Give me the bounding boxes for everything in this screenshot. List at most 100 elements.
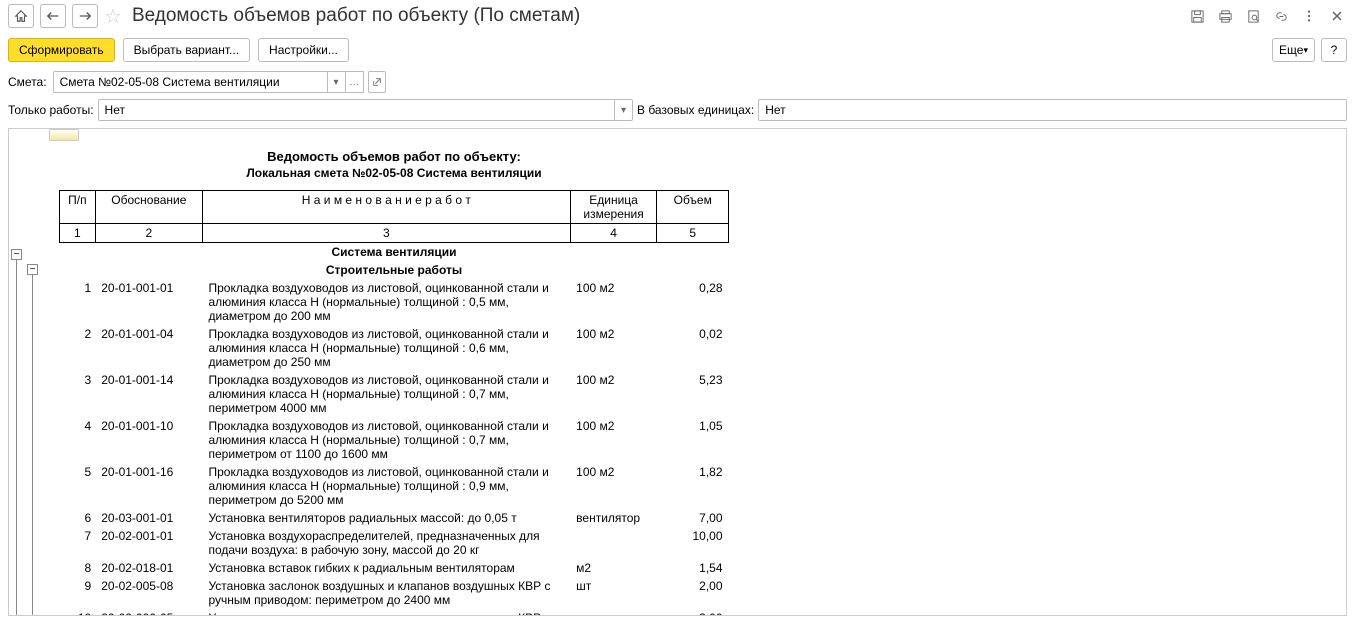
col-pp: П/п — [60, 191, 96, 224]
row-num: 6 — [60, 509, 96, 527]
row-name: Установка вентиляторов радиальных массой… — [202, 509, 570, 527]
table-row: 720-02-001-01Установка воздухораспредели… — [60, 527, 729, 559]
estimate-input[interactable] — [53, 71, 328, 93]
col-vol: Объем — [657, 191, 729, 224]
row-name: Прокладка воздуховодов из листовой, оцин… — [202, 371, 570, 417]
report-panel: − − Ведомость объемов работ по объекту: … — [8, 128, 1347, 616]
estimate-open-icon[interactable] — [368, 71, 386, 93]
row-vol: 0,02 — [657, 325, 729, 371]
outline-collapse-1[interactable]: − — [11, 249, 22, 260]
row-code: 20-01-001-04 — [95, 325, 202, 371]
row-code: 20-01-001-14 — [95, 371, 202, 417]
table-row: 620-03-001-01Установка вентиляторов ради… — [60, 509, 729, 527]
outline-collapse-2[interactable]: − — [27, 264, 38, 275]
col-obos: Обоснование — [95, 191, 202, 224]
filter-row-2: Только работы: ▾ В базовых единицах: — [0, 96, 1355, 124]
row-vol: 3,00 — [657, 609, 729, 615]
row-unit — [570, 527, 657, 559]
row-vol: 10,00 — [657, 527, 729, 559]
row-unit: 100 м2 — [570, 463, 657, 509]
outline-line-2 — [32, 275, 33, 616]
row-unit: 100 м2 — [570, 279, 657, 325]
row-name: Прокладка воздуховодов из листовой, оцин… — [202, 279, 570, 325]
row-num: 7 — [60, 527, 96, 559]
preview-icon[interactable] — [1243, 6, 1263, 26]
works-only-dropdown-icon[interactable]: ▾ — [615, 99, 633, 121]
sheet-corner[interactable] — [49, 129, 79, 141]
row-num: 1 — [60, 279, 96, 325]
report-title: Ведомость объемов работ по объекту: — [59, 149, 729, 164]
toolbar: Сформировать Выбрать вариант... Настройк… — [0, 32, 1355, 68]
row-code: 20-02-006-05 — [95, 609, 202, 615]
row-num: 9 — [60, 577, 96, 609]
base-units-label: В базовых единицах: — [637, 103, 754, 117]
section-2: Строительные работы — [60, 261, 729, 279]
row-vol: 5,23 — [657, 371, 729, 417]
table-row: 520-01-001-16Прокладка воздуховодов из л… — [60, 463, 729, 509]
row-vol: 1,82 — [657, 463, 729, 509]
row-code: 20-01-001-10 — [95, 417, 202, 463]
row-code: 20-01-001-01 — [95, 279, 202, 325]
help-button[interactable]: ? — [1321, 38, 1347, 62]
titlebar: ☆ Ведомость объемов работ по объекту (По… — [0, 0, 1355, 32]
row-num: 2 — [60, 325, 96, 371]
report-table: П/п Обоснование Н а и м е н о в а н и е … — [59, 190, 729, 615]
row-unit: вентилятор — [570, 509, 657, 527]
row-name: Прокладка воздуховодов из листовой, оцин… — [202, 463, 570, 509]
row-unit: м2 — [570, 559, 657, 577]
row-num: 4 — [60, 417, 96, 463]
kebab-icon[interactable] — [1299, 6, 1319, 26]
colnum-1: 1 — [60, 224, 96, 243]
table-row: 320-01-001-14Прокладка воздуховодов из л… — [60, 371, 729, 417]
row-unit: 100 м2 — [570, 371, 657, 417]
works-only-input[interactable] — [98, 99, 615, 121]
more-button[interactable]: Еще — [1272, 38, 1315, 62]
report-scroll[interactable]: Ведомость объемов работ по объекту: Лока… — [49, 129, 1346, 615]
row-code: 20-02-005-08 — [95, 577, 202, 609]
row-name: Установка вставок гибких к радиальным ве… — [202, 559, 570, 577]
save-icon[interactable] — [1187, 6, 1207, 26]
row-unit: шт — [570, 577, 657, 609]
table-row: 420-01-001-10Прокладка воздуховодов из л… — [60, 417, 729, 463]
settings-button[interactable]: Настройки... — [258, 38, 349, 62]
close-icon[interactable] — [1327, 6, 1347, 26]
row-unit: 100 м2 — [570, 417, 657, 463]
row-name: Установка заслонок воздушных и клапанов … — [202, 609, 570, 615]
link-icon[interactable] — [1271, 6, 1291, 26]
row-num: 10 — [60, 609, 96, 615]
print-icon[interactable] — [1215, 6, 1235, 26]
base-units-input[interactable] — [758, 99, 1347, 121]
generate-button[interactable]: Сформировать — [8, 38, 115, 62]
back-button[interactable] — [40, 4, 66, 28]
title-right-tools — [1187, 6, 1347, 26]
colnum-5: 5 — [657, 224, 729, 243]
forward-button[interactable] — [72, 4, 98, 28]
filter-estimate-row: Смета: ▾ … — [0, 68, 1355, 96]
row-code: 20-03-001-01 — [95, 509, 202, 527]
estimate-label: Смета: — [8, 75, 47, 89]
colnum-3: 3 — [202, 224, 570, 243]
row-name: Установка заслонок воздушных и клапанов … — [202, 577, 570, 609]
home-button[interactable] — [8, 4, 34, 28]
row-code: 20-01-001-16 — [95, 463, 202, 509]
col-name: Н а и м е н о в а н и е р а б о т — [202, 191, 570, 224]
col-unit: Единица измерения — [570, 191, 657, 224]
estimate-dropdown-icon[interactable]: ▾ — [328, 71, 346, 93]
row-unit: 100 м2 — [570, 325, 657, 371]
row-vol: 2,00 — [657, 577, 729, 609]
row-code: 20-02-018-01 — [95, 559, 202, 577]
table-row: 820-02-018-01Установка вставок гибких к … — [60, 559, 729, 577]
favorite-icon[interactable]: ☆ — [104, 4, 122, 29]
estimate-ellipsis-icon[interactable]: … — [346, 71, 364, 93]
row-name: Прокладка воздуховодов из листовой, оцин… — [202, 325, 570, 371]
row-vol: 1,05 — [657, 417, 729, 463]
outline-line-1 — [16, 260, 17, 616]
row-name: Установка воздухораспределителей, предна… — [202, 527, 570, 559]
table-row: 1020-02-006-05Установка заслонок воздушн… — [60, 609, 729, 615]
row-code: 20-02-001-01 — [95, 527, 202, 559]
table-row: 220-01-001-04Прокладка воздуховодов из л… — [60, 325, 729, 371]
choose-variant-button[interactable]: Выбрать вариант... — [123, 38, 250, 62]
row-vol: 7,00 — [657, 509, 729, 527]
report-subtitle: Локальная смета №02-05-08 Система вентил… — [59, 166, 729, 180]
row-num: 5 — [60, 463, 96, 509]
